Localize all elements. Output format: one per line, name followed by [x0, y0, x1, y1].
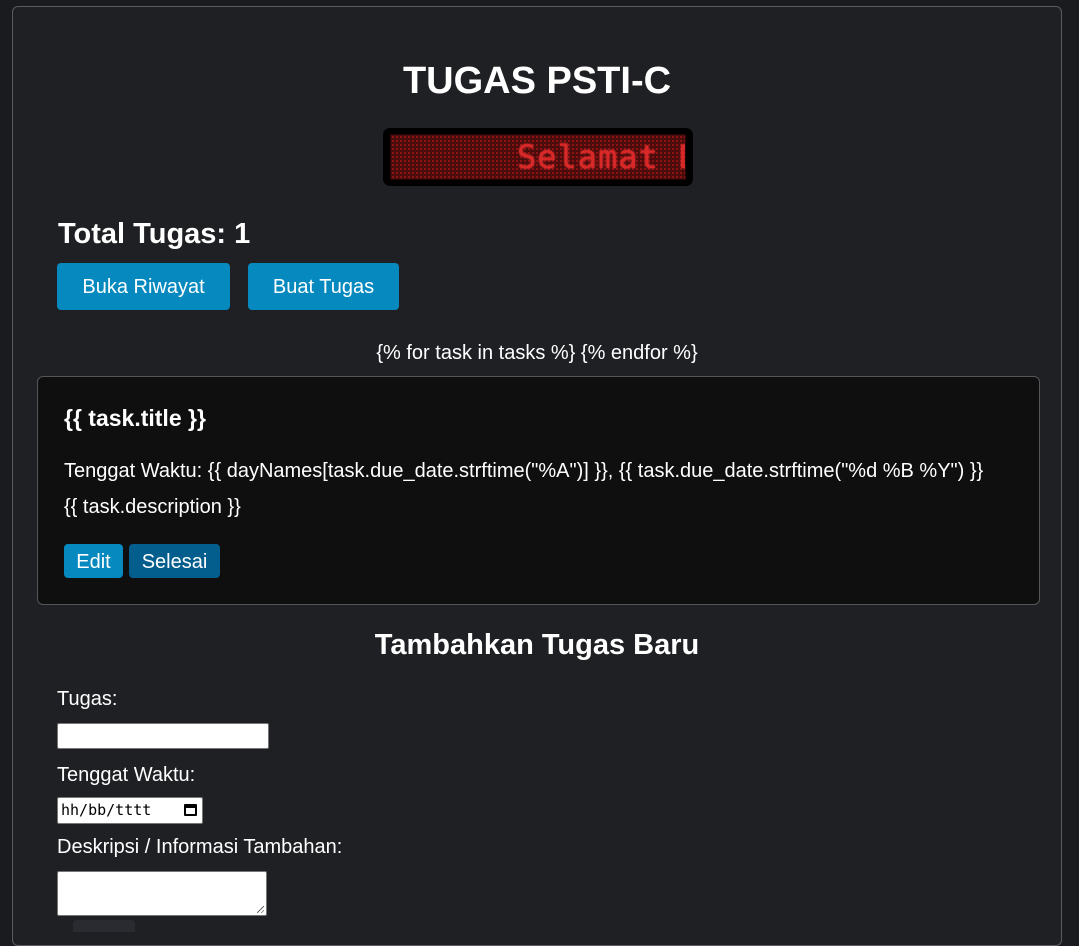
submit-button-partial[interactable] [73, 920, 135, 932]
resize-grip-icon[interactable] [257, 906, 264, 913]
task-name-label: Tugas: [57, 688, 118, 710]
description-textarea[interactable] [57, 871, 267, 916]
marquee-text: Selamat D [517, 138, 686, 176]
led-marquee: Selamat D [383, 128, 693, 186]
description-label: Deskripsi / Informasi Tambahan: [57, 836, 343, 858]
page-title: TUGAS PSTI-C [402, 60, 672, 102]
calendar-icon[interactable] [184, 804, 197, 816]
due-date-placeholder: hh/bb/tttt [61, 801, 152, 819]
complete-task-button[interactable]: Selesai [129, 544, 220, 578]
led-marquee-display: Selamat D [390, 134, 686, 180]
task-name-input[interactable] [57, 723, 269, 749]
task-due-date: Tenggat Waktu: {{ dayNames[task.due_date… [64, 460, 984, 482]
task-description: {{ task.description }} [64, 496, 241, 518]
due-date-label: Tenggat Waktu: [57, 764, 196, 786]
due-date-input[interactable]: hh/bb/tttt [57, 797, 203, 824]
template-loop-text: {% for task in tasks %} {% endfor %} [376, 342, 698, 364]
total-tasks-heading: Total Tugas: 1 [58, 218, 251, 250]
create-task-button[interactable]: Buat Tugas [248, 263, 399, 310]
edit-task-button[interactable]: Edit [64, 544, 123, 578]
add-task-form-title: Tambahkan Tugas Baru [374, 629, 700, 661]
task-card: {{ task.title }} Tenggat Waktu: {{ dayNa… [37, 376, 1040, 605]
task-title: {{ task.title }} [64, 405, 206, 431]
open-history-button[interactable]: Buka Riwayat [57, 263, 230, 310]
main-container: TUGAS PSTI-C Selamat D Total Tugas: 1 Bu… [12, 6, 1062, 946]
